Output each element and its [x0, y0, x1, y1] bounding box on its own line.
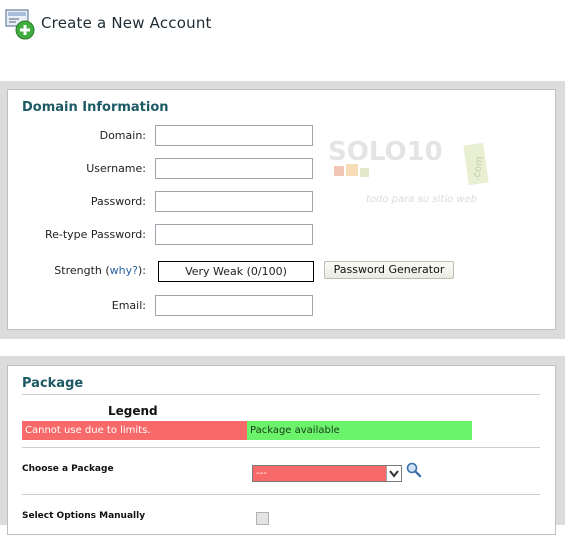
watermark-logo: SOLO10 .com todo para su sitio web [326, 130, 496, 210]
retype-password-label: Re-type Password: [44, 228, 146, 241]
svg-text:SOLO10: SOLO10 [328, 137, 443, 167]
package-panel [7, 365, 556, 535]
retype-password-input[interactable] [155, 224, 313, 245]
email-input[interactable] [155, 295, 313, 316]
email-label: Email: [111, 299, 146, 312]
package-select-value: --- [256, 468, 267, 479]
username-input[interactable] [155, 158, 313, 179]
legend-title: Legend [108, 404, 158, 418]
strength-label-prefix: Strength ( [54, 264, 110, 277]
package-section-title: Package [22, 376, 84, 391]
username-label: Username: [86, 162, 146, 175]
search-icon[interactable] [405, 461, 423, 479]
strength-label-suffix: ): [138, 264, 146, 277]
domain-input[interactable] [155, 125, 313, 146]
why-link[interactable]: why? [110, 264, 138, 277]
choose-package-label: Choose a Package [22, 464, 114, 474]
package-title-divider [22, 394, 540, 395]
legend-unavailable: Cannot use due to limits. [22, 421, 247, 440]
select-options-manually-label: Select Options Manually [22, 511, 146, 521]
package-select[interactable]: --- [252, 465, 402, 482]
legend-available: Package available [247, 421, 472, 440]
password-input[interactable] [155, 191, 313, 212]
add-account-icon [5, 9, 39, 41]
password-strength-meter: Very Weak (0/100) [158, 261, 314, 282]
legend-divider [22, 447, 540, 448]
domain-section-title: Domain Information [22, 100, 169, 115]
domain-label: Domain: [99, 129, 146, 142]
password-generator-button[interactable]: Password Generator [324, 261, 454, 279]
password-label: Password: [90, 195, 146, 208]
select-options-manually-checkbox[interactable] [256, 512, 269, 525]
page-title: Create a New Account [41, 14, 212, 32]
chevron-down-icon [386, 466, 401, 481]
svg-text:todo para su sitio web: todo para su sitio web [366, 194, 477, 205]
strength-label: Strength (why?): [6, 264, 146, 277]
package-divider [22, 494, 540, 495]
